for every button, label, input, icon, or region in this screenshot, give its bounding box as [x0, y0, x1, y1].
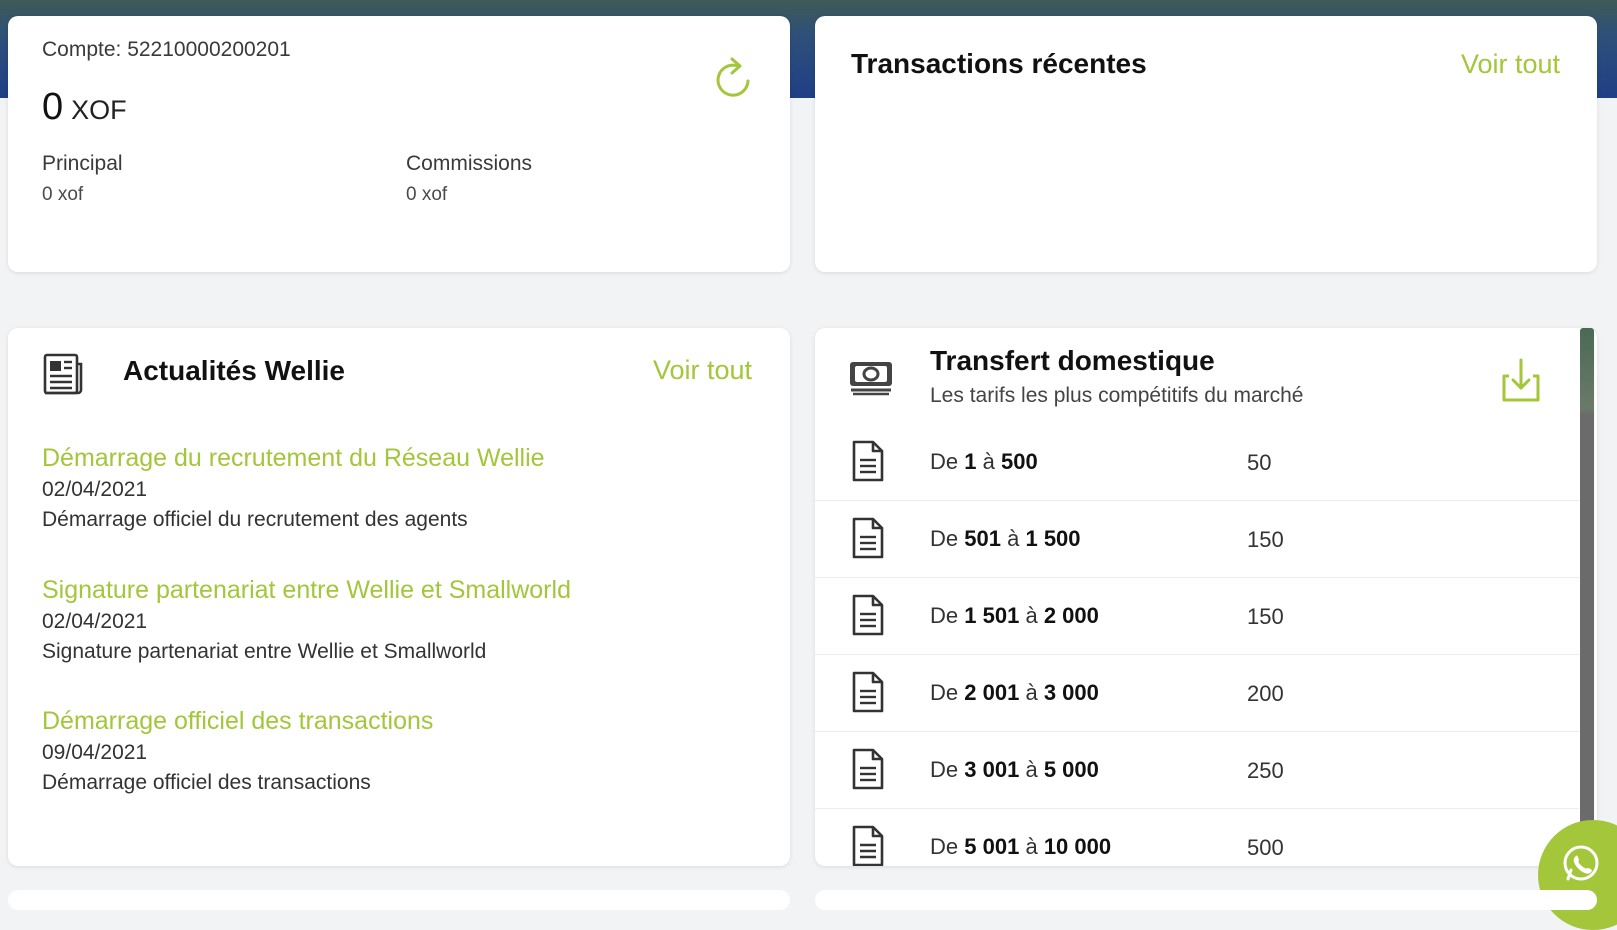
range-from: 3 001 — [964, 757, 1020, 782]
range-from: 5 001 — [964, 834, 1020, 859]
balance-currency: XOF — [71, 95, 127, 125]
range-sep: à — [1007, 526, 1020, 551]
range-sep: à — [982, 449, 995, 474]
tariff-row: De 3 001 à 5 000 250 — [815, 732, 1579, 809]
news-item-title[interactable]: Démarrage officiel des transactions — [42, 705, 762, 737]
range-from: 501 — [964, 526, 1001, 551]
tariff-range: De 501 à 1 500 — [930, 526, 1081, 552]
news-card: Actualités Wellie Voir tout Démarrage du… — [8, 328, 790, 866]
news-see-all-link[interactable]: Voir tout — [653, 355, 752, 386]
account-number: Compte: 52210000200201 — [42, 38, 291, 61]
tariff-price: 200 — [1247, 681, 1284, 706]
transactions-card: Transactions récentes Voir tout — [815, 16, 1597, 272]
transfer-title: Transfert domestique — [930, 345, 1215, 376]
money-icon — [850, 362, 892, 396]
news-item-title[interactable]: Démarrage du recrutement du Réseau Welli… — [42, 442, 762, 474]
document-icon — [852, 825, 884, 866]
next-card-stub — [8, 890, 790, 910]
news-item-desc: Signature partenariat entre Wellie et Sm… — [42, 640, 487, 663]
news-item-desc: Démarrage officiel des transactions — [42, 771, 371, 794]
news-title: Actualités Wellie — [123, 355, 346, 386]
news-item-date: 09/04/2021 — [42, 741, 148, 764]
newspaper-icon — [43, 353, 83, 395]
range-sep: à — [1025, 834, 1038, 859]
range-from: 2 001 — [964, 680, 1020, 705]
tariff-range: De 1 501 à 2 000 — [930, 603, 1099, 629]
news-item-title[interactable]: Signature partenariat entre Wellie et Sm… — [42, 574, 762, 606]
transactions-see-all-link[interactable]: Voir tout — [1461, 49, 1560, 80]
range-prefix: De — [930, 603, 959, 628]
commissions-value: 0 xof — [406, 184, 448, 205]
tariff-price: 150 — [1247, 527, 1284, 552]
document-icon — [852, 440, 884, 482]
range-sep: à — [1025, 680, 1038, 705]
document-icon — [852, 517, 884, 559]
tariff-list: De 1 à 500 50 De 501 à 1 500 150 De 1 501 à … — [815, 424, 1579, 866]
tariff-range: De 5 001 à 10 000 — [930, 834, 1111, 860]
tariff-row: De 1 501 à 2 000 150 — [815, 578, 1579, 655]
range-prefix: De — [930, 834, 959, 859]
transfer-subtitle: Les tarifs les plus compétitifs du march… — [930, 384, 1304, 407]
balance-amount: 0 — [42, 86, 64, 128]
whatsapp-icon — [1563, 845, 1599, 881]
document-icon — [852, 748, 884, 790]
tariff-row: De 1 à 500 50 — [815, 424, 1579, 501]
transfer-card: Transfert domestique Les tarifs les plus… — [815, 328, 1597, 866]
tariff-range: De 3 001 à 5 000 — [930, 757, 1099, 783]
account-card: Compte: 52210000200201 0 XOF Principal 0 … — [8, 16, 790, 272]
refresh-icon[interactable] — [708, 54, 758, 104]
range-sep: à — [1025, 757, 1038, 782]
range-prefix: De — [930, 449, 959, 474]
news-item: Signature partenariat entre Wellie et Sm… — [42, 574, 762, 667]
commissions-label: Commissions — [406, 152, 533, 175]
news-item: Démarrage officiel des transactions 09/0… — [42, 705, 762, 798]
range-to: 3 000 — [1043, 680, 1099, 705]
range-to: 1 500 — [1025, 526, 1081, 551]
range-prefix: De — [930, 526, 959, 551]
principal-value: 0 xof — [42, 184, 84, 205]
document-icon — [852, 594, 884, 636]
news-item-date: 02/04/2021 — [42, 478, 148, 501]
range-sep: à — [1025, 603, 1038, 628]
range-from: 1 — [964, 449, 977, 474]
tariff-price: 250 — [1247, 758, 1284, 783]
range-to: 2 000 — [1043, 603, 1099, 628]
range-to: 10 000 — [1043, 834, 1112, 859]
principal-label: Principal — [42, 152, 123, 175]
range-prefix: De — [930, 757, 959, 782]
range-from: 1 501 — [964, 603, 1020, 628]
tariff-row: De 501 à 1 500 150 — [815, 501, 1579, 578]
news-item: Démarrage du recrutement du Réseau Welli… — [42, 442, 762, 535]
tariff-row: De 2 001 à 3 000 200 — [815, 655, 1579, 732]
range-to: 500 — [1001, 449, 1038, 474]
tariff-range: De 2 001 à 3 000 — [930, 680, 1099, 706]
document-icon — [852, 671, 884, 713]
news-item-date: 02/04/2021 — [42, 610, 148, 633]
scrollbar-thumb[interactable] — [1580, 328, 1594, 866]
account-balance: 0 XOF — [42, 86, 127, 129]
tariff-row: De 5 001 à 10 000 500 — [815, 809, 1579, 866]
tariff-price: 150 — [1247, 604, 1284, 629]
news-item-desc: Démarrage officiel du recrutement des ag… — [42, 508, 468, 531]
tariff-range: De 1 à 500 — [930, 449, 1038, 475]
range-prefix: De — [930, 680, 959, 705]
range-to: 5 000 — [1043, 757, 1099, 782]
transactions-title: Transactions récentes — [851, 48, 1147, 79]
tariff-price: 50 — [1247, 450, 1272, 475]
tariff-price: 500 — [1247, 835, 1284, 860]
next-card-stub — [815, 890, 1597, 910]
download-icon[interactable] — [1499, 356, 1543, 404]
